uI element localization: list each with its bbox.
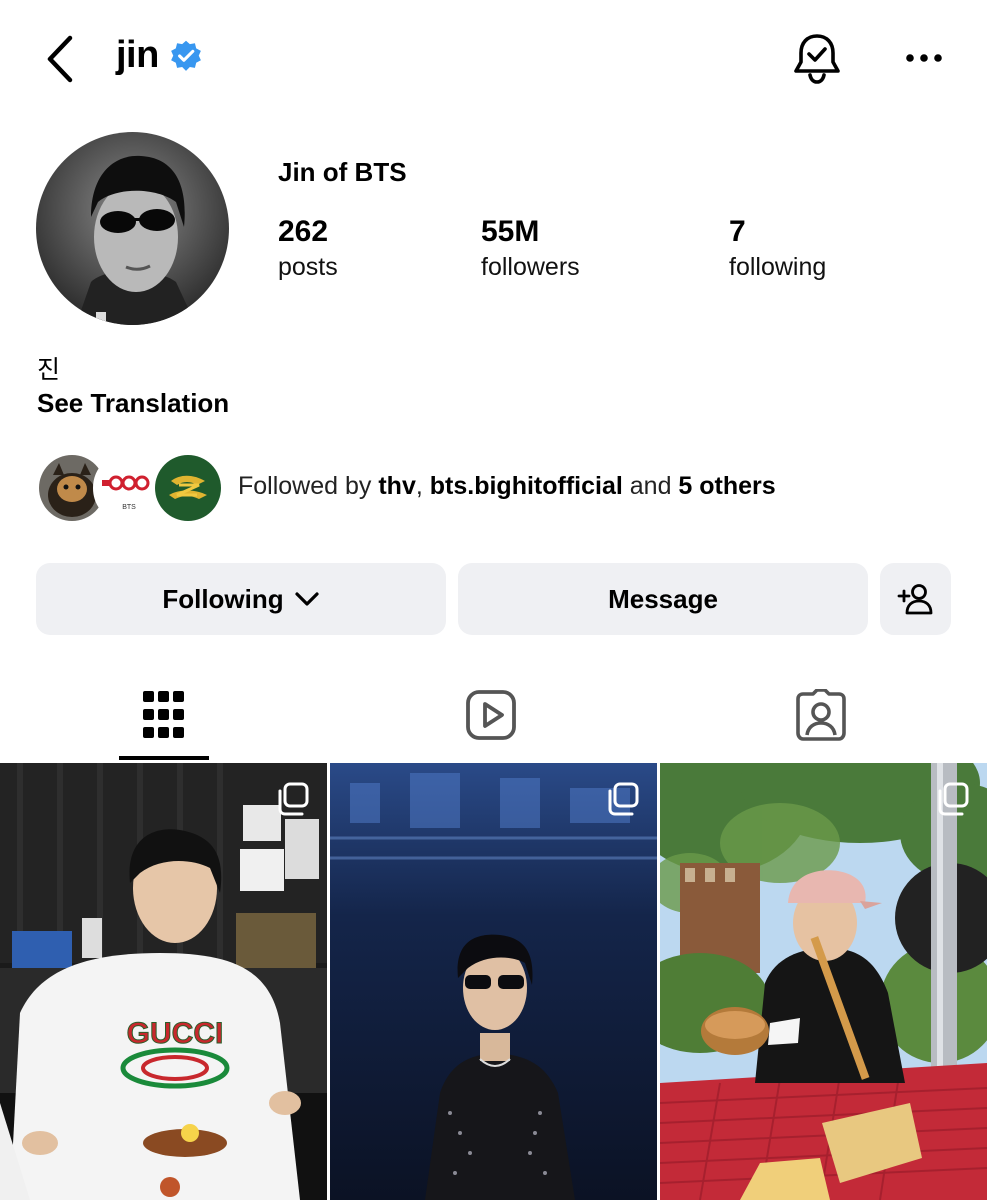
profile-tabs: [0, 670, 987, 762]
following-count: 7: [729, 215, 746, 248]
back-chevron-icon: [47, 35, 73, 83]
post-image-3: [660, 763, 987, 1200]
notification-bell-icon: [794, 34, 840, 84]
multiple-photos-icon: [938, 782, 969, 816]
back-button[interactable]: [40, 34, 84, 84]
mutual-avatar-3: [152, 452, 224, 524]
grid-icon: [143, 691, 184, 738]
chevron-down-icon: [295, 592, 319, 606]
bts-logo-text: BTS: [122, 504, 136, 511]
more-options-button[interactable]: [900, 40, 948, 76]
mutual-user-2[interactable]: bts.bighitofficial: [430, 472, 623, 500]
followers-label: followers: [481, 253, 580, 281]
add-user-icon: [897, 584, 932, 615]
message-button-label: Message: [608, 583, 718, 614]
followed-by-text[interactable]: Followed by thv, bts.bighitofficial and …: [238, 472, 776, 501]
more-options-icon: [906, 54, 942, 62]
bio-text: 진: [37, 356, 61, 384]
tab-tagged[interactable]: [761, 670, 881, 760]
multiple-photos-icon: [608, 782, 639, 816]
following-button[interactable]: Following: [36, 563, 446, 635]
followed-by-avatars[interactable]: BTS: [36, 452, 226, 526]
multiple-photos-icon: [278, 782, 309, 816]
top-bar: jin: [0, 0, 987, 118]
tab-posts-grid[interactable]: [104, 670, 224, 760]
post-thumbnail-1[interactable]: GUCCI: [0, 763, 327, 1200]
posts-grid: GUCCI: [0, 763, 987, 1200]
notifications-button[interactable]: [790, 30, 844, 86]
username: jin: [116, 34, 159, 76]
posts-stat[interactable]: 262 posts: [278, 214, 338, 284]
posts-label: posts: [278, 253, 338, 281]
following-stat[interactable]: 7 following: [729, 214, 826, 284]
post-image-1: GUCCI: [0, 763, 327, 1200]
following-button-label: Following: [162, 583, 284, 614]
post-thumbnail-2[interactable]: [330, 763, 657, 1200]
username-header: jin: [116, 34, 203, 77]
reels-icon: [466, 690, 516, 740]
tab-reels[interactable]: [431, 670, 551, 760]
posts-count: 262: [278, 215, 329, 248]
active-tab-indicator: [119, 756, 209, 760]
following-label: following: [729, 253, 827, 281]
mutual-user-1[interactable]: thv: [378, 472, 416, 500]
post-thumbnail-3[interactable]: [660, 763, 987, 1200]
add-user-button[interactable]: [880, 563, 951, 635]
followers-stat[interactable]: 55M followers: [481, 214, 580, 284]
mutual-others[interactable]: 5 others: [678, 472, 775, 500]
followed-by-prefix: Followed by: [238, 472, 379, 500]
post-logo-text: GUCCI: [127, 1017, 224, 1050]
display-name: Jin of BTS: [278, 157, 407, 187]
profile-photo: [36, 132, 229, 325]
profile-avatar[interactable]: [36, 132, 229, 325]
tagged-person-icon: [796, 689, 846, 741]
followed-by-separator: ,: [415, 472, 430, 500]
followed-by-connector: and: [622, 472, 679, 500]
followers-count: 55M: [481, 215, 540, 248]
post-image-2: [330, 763, 657, 1200]
see-translation-link[interactable]: See Translation: [37, 388, 229, 419]
message-button[interactable]: Message: [458, 563, 868, 635]
verified-badge-icon: [170, 40, 201, 71]
